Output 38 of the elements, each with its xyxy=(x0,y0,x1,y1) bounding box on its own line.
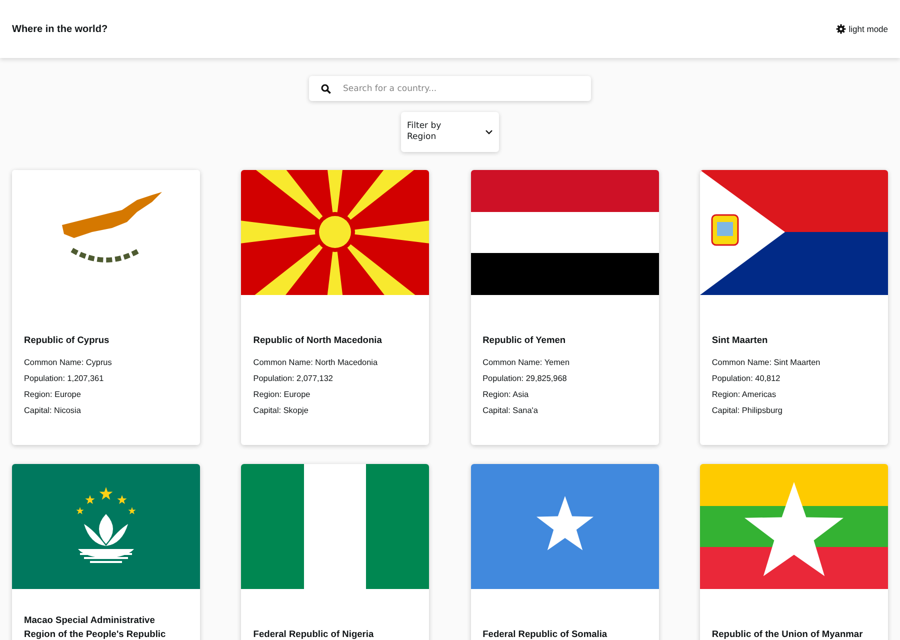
country-name: Republic of Cyprus xyxy=(24,334,110,347)
country-name: Republic of Yemen xyxy=(482,334,567,347)
country-card[interactable]: Republic of Yemen Common Name: Yemen Population: 29,825,968 Region: Asia Capital: Sana'a xyxy=(470,170,659,445)
country-card[interactable]: Macao Special Administrative Region of the People's Republic xyxy=(12,464,200,640)
country-card[interactable]: Sint Maarten Common Name: Sint Maarten Population: 40,812 Region: Americas Capital: Philipsburg xyxy=(700,170,888,445)
country-detail: Population: 1,207,361 xyxy=(24,373,105,385)
country-name: Republic of North Macedonia xyxy=(253,334,383,347)
country-card[interactable]: Federal Republic of Nigeria xyxy=(241,464,430,640)
country-name: Federal Republic of Nigeria xyxy=(253,628,375,640)
country-detail: Region: Americas xyxy=(712,389,778,401)
country-detail: Region: Europe xyxy=(24,389,82,401)
country-detail: Population: 40,812 xyxy=(712,373,782,385)
theme-toggle[interactable]: light mode xyxy=(836,24,888,34)
search-field[interactable]: Search for a country... xyxy=(309,76,591,101)
country-detail: Common Name: Cyprus xyxy=(24,357,113,369)
country-detail: Population: 2,077,132 xyxy=(253,373,334,385)
country-detail: Common Name: North Macedonia xyxy=(253,357,379,369)
country-card[interactable]: Republic of the Union of Myanmar xyxy=(700,464,888,640)
country-name: Sint Maarten xyxy=(712,334,769,347)
country-name: Republic of the Union of Myanmar xyxy=(712,628,864,640)
country-detail: Population: 29,825,968 xyxy=(482,373,568,385)
country-card[interactable]: Republic of North Macedonia Common Name: North Macedonia Population: 2,077,132 Region: Europe Capital: Skopje xyxy=(241,170,430,445)
country-detail: Common Name: Sint Maarten xyxy=(712,357,822,369)
country-detail: Common Name: Yemen xyxy=(482,357,571,369)
country-detail: Capital: Philipsburg xyxy=(712,405,784,417)
country-detail: Region: Europe xyxy=(253,389,312,401)
region-filter-dropdown[interactable]: Filter by Region xyxy=(401,112,499,152)
country-name: Federal Republic of Somalia xyxy=(482,628,608,640)
country-detail: Capital: Sana'a xyxy=(482,405,539,417)
country-name: Macao Special Administrative Region of the People's Republic xyxy=(24,614,167,640)
country-detail: Capital: Nicosia xyxy=(24,405,82,417)
gear-icon xyxy=(836,24,846,34)
country-card[interactable]: Federal Republic of Somalia xyxy=(470,464,659,640)
country-card[interactable]: Republic of Cyprus Common Name: Cyprus Population: 1,207,361 Region: Europe Capital: Nicosia xyxy=(12,170,200,445)
chevron-down-icon xyxy=(485,128,493,136)
app-title: Where in the world? xyxy=(12,24,108,34)
country-detail: Capital: Skopje xyxy=(253,405,310,417)
country-detail: Region: Asia xyxy=(482,389,530,401)
